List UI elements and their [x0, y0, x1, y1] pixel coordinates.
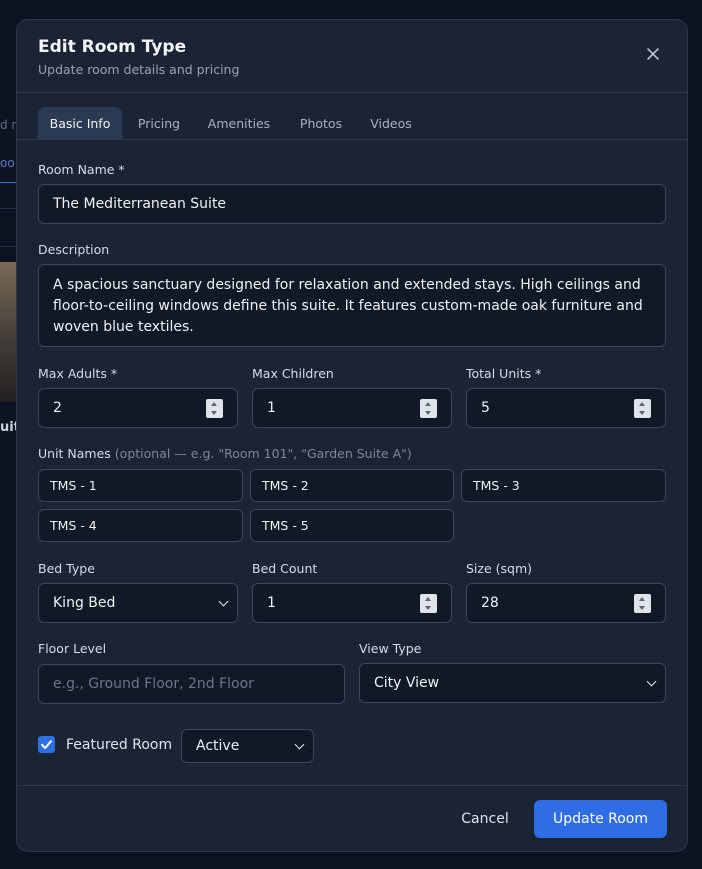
unit-name-value: TMS - 3	[473, 478, 520, 493]
size-value: 28	[481, 595, 499, 611]
room-name-input[interactable]: The Mediterranean Suite	[38, 184, 666, 224]
bed-type-select[interactable]: King Bed	[38, 583, 238, 623]
max-adults-stepper[interactable]	[206, 399, 223, 418]
max-children-stepper[interactable]	[420, 399, 437, 418]
dialog-header: Edit Room Type Update room details and p…	[17, 20, 687, 93]
footer-divider	[17, 785, 687, 786]
chevron-down-icon	[218, 596, 229, 607]
view-type-value: City View	[374, 675, 440, 691]
chevron-down-icon	[294, 739, 305, 750]
size-stepper[interactable]	[634, 594, 651, 613]
dialog-title: Edit Room Type	[38, 37, 187, 57]
checkmark-icon	[41, 740, 52, 749]
total-units-value: 5	[481, 400, 490, 416]
max-children-label: Max Children	[252, 366, 334, 381]
unit-name-value: TMS - 4	[50, 518, 97, 533]
total-units-input[interactable]: 5	[466, 388, 666, 428]
bed-type-label: Bed Type	[38, 561, 95, 576]
chevron-down-icon	[646, 676, 657, 687]
total-units-stepper[interactable]	[634, 399, 651, 418]
update-room-button[interactable]: Update Room	[534, 800, 667, 838]
description-value: A spacious sanctuary designed for relaxa…	[53, 277, 643, 335]
background-room-image	[0, 262, 17, 402]
unit-name-value: TMS - 2	[262, 478, 309, 493]
room-name-label: Room Name *	[38, 162, 125, 177]
tab-basic-info[interactable]: Basic Info	[38, 107, 122, 140]
max-children-value: 1	[267, 400, 276, 416]
tab-videos[interactable]: Videos	[364, 107, 418, 140]
max-adults-label: Max Adults *	[38, 366, 118, 381]
unit-name-value: TMS - 1	[50, 478, 97, 493]
edit-room-type-dialog: Edit Room Type Update room details and p…	[16, 19, 688, 852]
max-adults-input[interactable]: 2	[38, 388, 238, 428]
room-name-value: The Mediterranean Suite	[53, 196, 227, 212]
size-input[interactable]: 28	[466, 583, 666, 623]
bed-count-value: 1	[267, 595, 276, 611]
background-tab-fragment: oo	[0, 156, 15, 170]
status-select[interactable]: Active	[181, 729, 314, 763]
tab-photos[interactable]: Photos	[292, 107, 350, 140]
tab-amenities[interactable]: Amenities	[202, 107, 276, 140]
featured-room-checkbox[interactable]	[38, 736, 55, 753]
size-label: Size (sqm)	[466, 561, 533, 576]
tab-bar: Basic Info Pricing Amenities Photos Vide…	[17, 93, 687, 140]
unit-name-input-1[interactable]: TMS - 1	[38, 469, 243, 502]
cancel-button[interactable]: Cancel	[447, 800, 523, 838]
unit-names-label: Unit Names (optional — e.g. "Room 101", …	[38, 446, 412, 461]
bed-count-label: Bed Count	[252, 561, 318, 576]
unit-names-hint: (optional — e.g. "Room 101", "Garden Sui…	[114, 446, 412, 461]
unit-names-title: Unit Names	[38, 446, 111, 461]
background-divider	[0, 246, 16, 247]
background-tab-underline	[0, 182, 16, 183]
unit-name-value: TMS - 5	[262, 518, 309, 533]
floor-level-label: Floor Level	[38, 641, 107, 656]
status-value: Active	[196, 738, 240, 754]
view-type-label: View Type	[359, 641, 422, 656]
featured-room-label[interactable]: Featured Room	[66, 737, 172, 753]
dialog-subtitle: Update room details and pricing	[38, 62, 240, 77]
unit-name-input-3[interactable]: TMS - 3	[461, 469, 666, 502]
tab-pricing[interactable]: Pricing	[131, 107, 187, 140]
description-textarea[interactable]: A spacious sanctuary designed for relaxa…	[38, 264, 666, 347]
bed-count-input[interactable]: 1	[252, 583, 452, 623]
background-divider	[0, 208, 16, 209]
floor-level-placeholder: e.g., Ground Floor, 2nd Floor	[53, 676, 254, 692]
unit-name-input-4[interactable]: TMS - 4	[38, 509, 243, 542]
max-children-input[interactable]: 1	[252, 388, 452, 428]
description-label: Description	[38, 242, 110, 257]
unit-name-input-5[interactable]: TMS - 5	[250, 509, 454, 542]
bed-type-value: King Bed	[53, 595, 116, 611]
unit-name-input-2[interactable]: TMS - 2	[250, 469, 454, 502]
floor-level-input[interactable]: e.g., Ground Floor, 2nd Floor	[38, 664, 345, 704]
max-adults-value: 2	[53, 400, 62, 416]
close-icon	[647, 48, 659, 60]
view-type-select[interactable]: City View	[359, 663, 666, 703]
close-button[interactable]	[645, 46, 661, 62]
bed-count-stepper[interactable]	[420, 594, 437, 613]
total-units-label: Total Units *	[466, 366, 542, 381]
